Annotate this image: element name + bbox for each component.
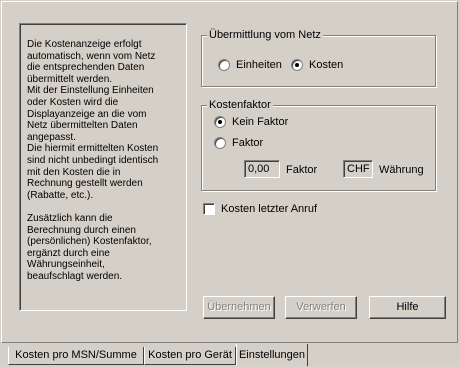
apply-button[interactable]: Übernehmen [203,296,275,319]
radio-kosten-label: Kosten [309,59,344,71]
cost-factor-group-title: Kostenfaktor [207,98,273,112]
currency-label: Währung [379,164,424,176]
tab-kosten-pro-geraet[interactable]: Kosten pro Gerät [144,347,236,365]
radio-faktor[interactable]: Faktor [214,137,263,149]
radio-kein-faktor-circle[interactable] [214,116,226,128]
transmission-group: Übermittlung vom Netz Einheiten Kosten [201,28,436,87]
radio-kein-faktor-label: Kein Faktor [232,116,289,128]
tab-kosten-pro-msn[interactable]: Kosten pro MSN/Summe [8,347,144,365]
last-call-checkbox-label: Kosten letzter Anruf [221,203,317,215]
description-text: Die Kostenanzeige erfolgt automatisch, w… [19,23,187,311]
discard-button[interactable]: Verwerfen [285,296,357,319]
help-button[interactable]: Hilfe [369,296,446,319]
radio-einheiten-label: Einheiten [236,59,282,71]
radio-kosten[interactable]: Kosten [291,59,343,71]
radio-kein-faktor[interactable]: Kein Faktor [214,116,288,128]
tab-einstellungen[interactable]: Einstellungen [236,344,308,366]
factor-label: Faktor [286,164,318,176]
settings-window: Die Kostenanzeige erfolgt automatisch, w… [0,0,460,367]
radio-einheiten[interactable]: Einheiten [218,59,282,71]
last-call-checkbox-box[interactable] [203,203,215,215]
radio-faktor-label: Faktor [232,137,264,149]
factor-input[interactable]: 0,00 [244,160,280,178]
last-call-checkbox[interactable]: Kosten letzter Anruf [203,203,317,215]
cost-factor-group: Kostenfaktor Kein Faktor Faktor 0,00 Fak… [201,98,436,191]
radio-faktor-circle[interactable] [214,137,226,149]
currency-input[interactable]: CHF [343,160,373,178]
radio-einheiten-circle[interactable] [218,59,230,71]
radio-kosten-circle[interactable] [291,59,303,71]
transmission-group-title: Übermittlung vom Netz [207,28,323,42]
